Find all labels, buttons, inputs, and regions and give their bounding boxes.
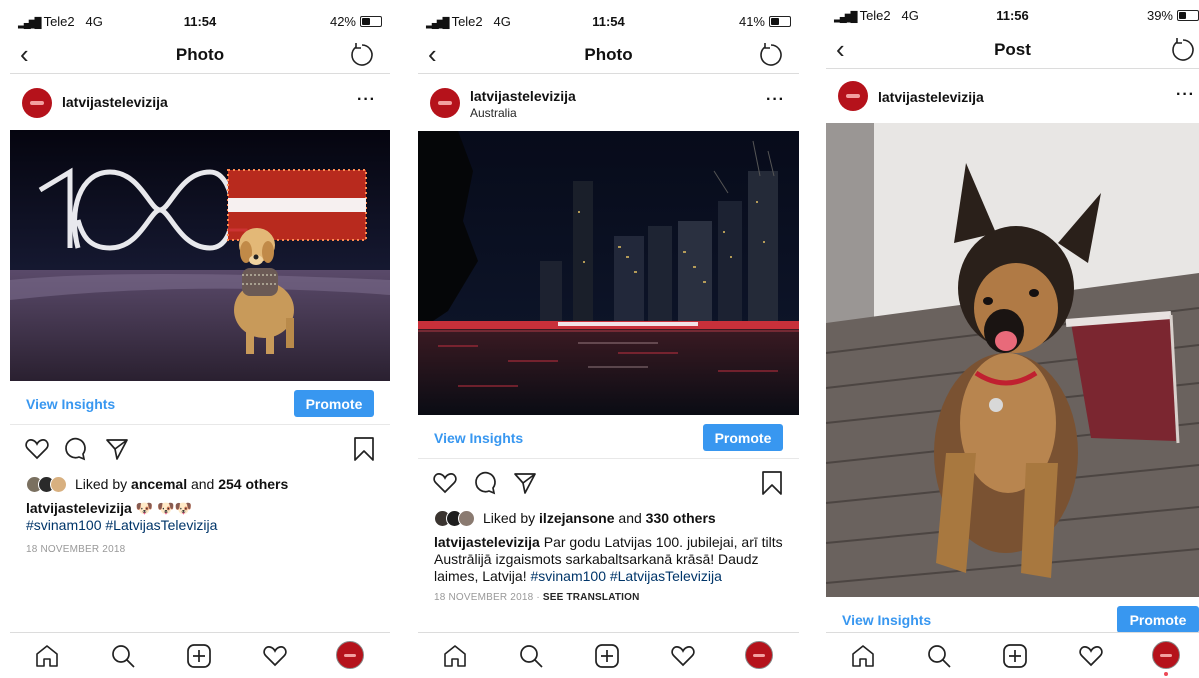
liker-username[interactable]: ancemal [131, 476, 187, 492]
promote-button[interactable]: Promote [703, 424, 783, 451]
bookmark-icon[interactable] [760, 470, 784, 496]
likes-count[interactable]: 330 others [646, 510, 716, 526]
comment-icon[interactable] [472, 470, 498, 496]
add-post-icon[interactable] [186, 643, 212, 669]
activity-heart-icon[interactable] [670, 643, 696, 669]
photo-city-bridge [418, 131, 799, 415]
post-photo[interactable] [418, 131, 799, 415]
profile-tab-avatar[interactable] [336, 641, 364, 669]
search-icon[interactable] [518, 643, 544, 669]
add-post-icon[interactable] [1002, 643, 1028, 669]
battery-icon [769, 16, 791, 27]
photo-shepherd-flag [826, 123, 1199, 597]
nav-bar: ‹ Photo [10, 37, 390, 74]
refresh-icon[interactable] [348, 41, 376, 69]
caption-hashtags[interactable]: #svinam100 #LatvijasTelevizija [26, 517, 217, 533]
post-location[interactable]: Australia [470, 106, 517, 120]
bottom-tab-bar [10, 632, 390, 678]
direct-share-icon[interactable] [104, 436, 130, 462]
battery: 41% [739, 14, 791, 29]
avatar[interactable] [430, 88, 460, 118]
post-header: latvijastelevizija ··· [10, 77, 390, 129]
post-caption: latvijastelevizija Par godu Latvijas 100… [434, 534, 783, 584]
home-icon[interactable] [34, 643, 60, 669]
liker-avatars [434, 509, 475, 527]
post-screen-3: ▂▄▆█ Tele2 4G 11:56 39% ‹ Post latvijaste… [826, 0, 1199, 678]
action-row [10, 432, 390, 466]
likes-summary[interactable]: Liked by ancemal and 254 others [26, 474, 380, 494]
avatar[interactable] [22, 88, 52, 118]
insights-bar: View Insights Promote [418, 418, 799, 459]
comment-icon[interactable] [62, 436, 88, 462]
likes-summary[interactable]: Liked by ilzejansone and 330 others [434, 508, 789, 528]
add-post-icon[interactable] [594, 643, 620, 669]
liker-avatars [26, 475, 67, 493]
activity-heart-icon[interactable] [1078, 643, 1104, 669]
post-photo[interactable] [10, 130, 390, 381]
liker-username[interactable]: ilzejansone [539, 510, 614, 526]
photo-100-dog [10, 130, 390, 381]
bottom-tab-bar [418, 632, 799, 678]
status-bar: ▂▄▆█ Tele2 4G 11:54 42% [10, 0, 390, 40]
battery-icon [1177, 10, 1199, 21]
see-translation-link[interactable]: SEE TRANSLATION [543, 592, 640, 603]
caption-username[interactable]: latvijastelevizija [434, 534, 540, 550]
more-options-icon[interactable]: ··· [766, 91, 785, 109]
post-photo[interactable] [826, 123, 1199, 597]
battery: 39% [1147, 8, 1199, 23]
refresh-icon[interactable] [757, 41, 785, 69]
post-caption: latvijastelevizija 🐶 🐶🐶 #svinam100 #Latv… [26, 500, 218, 533]
refresh-icon[interactable] [1169, 36, 1197, 64]
home-icon[interactable] [442, 643, 468, 669]
post-date: 18 NOVEMBER 2018 · SEE TRANSLATION [434, 592, 640, 603]
nav-bar: ‹ Post [826, 32, 1199, 69]
heart-icon[interactable] [24, 436, 50, 462]
post-username[interactable]: latvijastelevizija [62, 94, 168, 110]
more-options-icon[interactable]: ··· [357, 91, 376, 109]
post-username[interactable]: latvijastelevizija [878, 89, 984, 105]
caption-username[interactable]: latvijastelevizija [26, 500, 132, 516]
more-options-icon[interactable]: ··· [1176, 86, 1195, 104]
page-title: Photo [584, 45, 633, 64]
home-icon[interactable] [850, 643, 876, 669]
search-icon[interactable] [926, 643, 952, 669]
post-header: latvijastelevizija Australia ··· [418, 77, 799, 129]
page-title: Photo [175, 45, 225, 64]
post-username[interactable]: latvijastelevizija [470, 88, 576, 104]
status-bar: ▂▄▆█ Tele2 4G 11:54 41% [418, 0, 799, 40]
action-row [418, 466, 799, 500]
view-insights-link[interactable]: View Insights [26, 396, 115, 412]
notification-dot [1164, 672, 1168, 676]
likes-count[interactable]: 254 others [218, 476, 288, 492]
promote-button[interactable]: Promote [294, 390, 374, 417]
profile-tab-avatar[interactable] [1152, 641, 1180, 669]
battery: 42% [330, 14, 382, 29]
view-insights-link[interactable]: View Insights [842, 612, 931, 628]
battery-icon [360, 16, 382, 27]
page-title: Post [994, 40, 1031, 59]
profile-tab-avatar[interactable] [745, 641, 773, 669]
insights-bar: View Insights Promote [10, 384, 390, 425]
view-insights-link[interactable]: View Insights [434, 430, 523, 446]
caption-hashtags[interactable]: #svinam100 #LatvijasTelevizija [530, 568, 721, 584]
bookmark-icon[interactable] [352, 436, 376, 462]
search-icon[interactable] [110, 643, 136, 669]
nav-bar: ‹ Photo [418, 37, 799, 74]
post-screen-2: ▂▄▆█ Tele2 4G 11:54 41% ‹ Photo latvijast… [418, 0, 799, 678]
post-screen-1: ▂▄▆█ Tele2 4G 11:54 42% ‹ Photo latvijast… [10, 0, 390, 678]
bottom-tab-bar [826, 632, 1199, 678]
activity-heart-icon[interactable] [262, 643, 288, 669]
status-time: 11:56 [996, 8, 1029, 23]
post-header: latvijastelevizija ··· [826, 70, 1199, 122]
post-date: 18 NOVEMBER 2018 [26, 544, 126, 555]
direct-share-icon[interactable] [512, 470, 538, 496]
avatar[interactable] [838, 81, 868, 111]
promote-button[interactable]: Promote [1117, 606, 1199, 633]
heart-icon[interactable] [432, 470, 458, 496]
